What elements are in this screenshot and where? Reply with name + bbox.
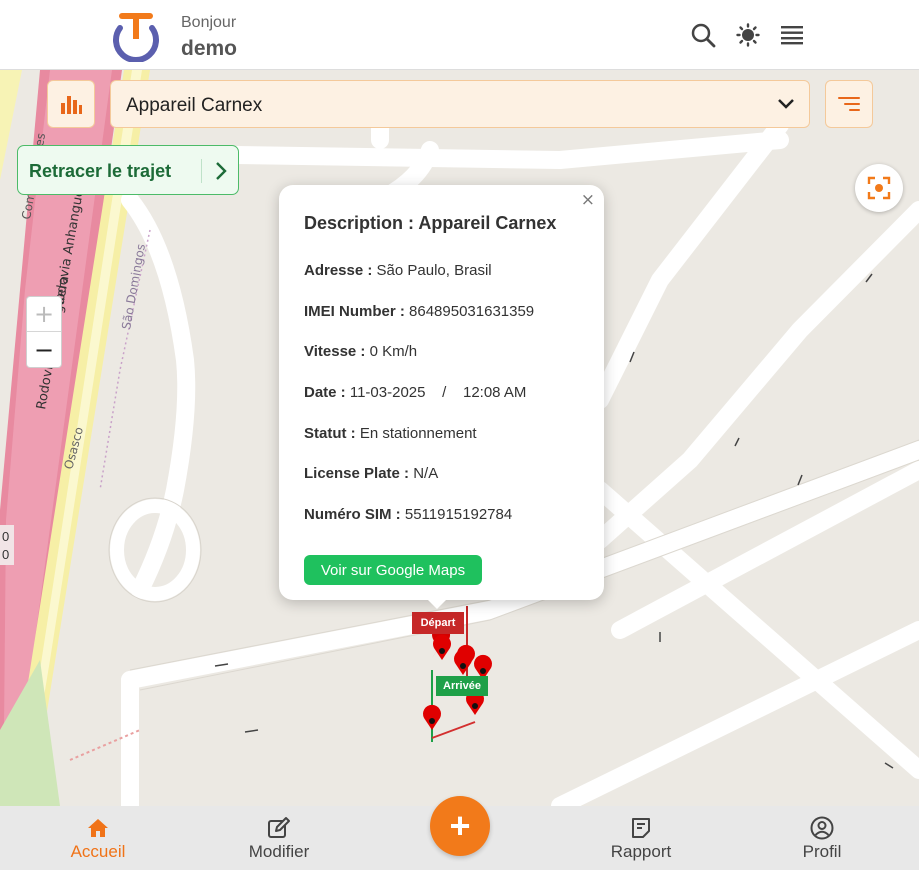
edge-number: 0 <box>2 529 9 544</box>
field-value: São Paulo, Brasil <box>376 262 492 279</box>
field-value: 864895031631359 <box>409 303 535 320</box>
field-value: N/A <box>413 465 439 482</box>
app-header: Bonjour demo <box>0 0 919 70</box>
field-label: Numéro SIM : <box>304 506 401 523</box>
device-select[interactable]: Appareil Carnex <box>110 80 810 128</box>
zoom-control: + − <box>26 296 62 368</box>
username-text: demo <box>181 37 238 60</box>
focus-target-icon <box>867 176 891 200</box>
field-date: Date : 11-03-2025 / 12:08 AM <box>304 384 526 401</box>
depart-tag: Départ <box>412 612 464 634</box>
arrivee-tag: Arrivée <box>436 676 488 696</box>
close-icon[interactable]: × <box>581 190 595 210</box>
nav-accueil[interactable]: Accueil <box>38 806 158 870</box>
field-label: IMEI Number : <box>304 303 405 320</box>
profile-icon <box>810 816 834 840</box>
field-label: License Plate : <box>304 465 410 482</box>
field-label: Vitesse : <box>304 343 366 360</box>
field-value: 0 Km/h <box>369 343 418 360</box>
popup-pointer <box>425 597 449 609</box>
google-maps-button[interactable]: Voir sur Google Maps <box>304 555 482 585</box>
stats-button[interactable] <box>47 80 95 128</box>
filter-button[interactable] <box>825 80 873 128</box>
device-info-popup: × Description : Appareil Carnex Adresse … <box>279 185 604 600</box>
filter-icon <box>838 97 860 111</box>
field-sim: Numéro SIM : 5511915192784 <box>304 506 512 523</box>
popup-title: Description : Appareil Carnex <box>304 213 557 233</box>
greeting-text: Bonjour <box>181 14 237 31</box>
menu-icon[interactable] <box>777 20 807 50</box>
divider <box>201 159 202 183</box>
field-speed: Vitesse : 0 Km/h <box>304 343 417 360</box>
nav-profil[interactable]: Profil <box>762 806 882 870</box>
retrace-label: Retracer le trajet <box>29 161 172 181</box>
add-button[interactable]: + <box>430 796 490 856</box>
street-label: São Domingos <box>119 243 148 331</box>
brightness-icon[interactable] <box>733 20 763 50</box>
retrace-route-button[interactable]: Retracer le trajet <box>17 145 239 195</box>
chevron-right-icon <box>216 162 227 180</box>
locate-button[interactable] <box>855 164 903 212</box>
nav-label: Accueil <box>70 842 126 861</box>
field-address: Adresse : São Paulo, Brasil <box>304 262 492 279</box>
device-select-value: Appareil Carnex <box>126 95 263 116</box>
nav-label: Modifier <box>248 842 310 861</box>
nav-rapport[interactable]: Rapport <box>581 806 701 870</box>
chevron-down-icon <box>778 99 794 109</box>
nav-modifier[interactable]: Modifier <box>219 806 339 870</box>
field-label: Adresse : <box>304 262 373 279</box>
field-value: 11-03-2025 / 12:08 AM <box>349 384 527 401</box>
zoom-in-button[interactable]: + <box>27 297 61 332</box>
nav-label: Profil <box>802 842 842 861</box>
field-status: Statut : En stationnement <box>304 425 477 442</box>
report-icon <box>629 816 653 840</box>
search-icon[interactable] <box>688 20 718 50</box>
zoom-out-button[interactable]: − <box>27 332 61 367</box>
field-value: 5511915192784 <box>404 506 513 523</box>
edit-icon <box>267 816 291 840</box>
nav-label: Rapport <box>610 842 672 861</box>
field-value: En stationnement <box>359 425 477 442</box>
bar-chart-icon <box>61 96 82 114</box>
home-icon <box>86 816 110 840</box>
field-license-plate: License Plate : N/A <box>304 465 438 482</box>
field-imei: IMEI Number : 864895031631359 <box>304 303 534 320</box>
field-label: Statut : <box>304 425 356 442</box>
field-label: Date : <box>304 384 346 401</box>
edge-number: 0 <box>2 547 9 562</box>
app-logo <box>113 13 159 62</box>
